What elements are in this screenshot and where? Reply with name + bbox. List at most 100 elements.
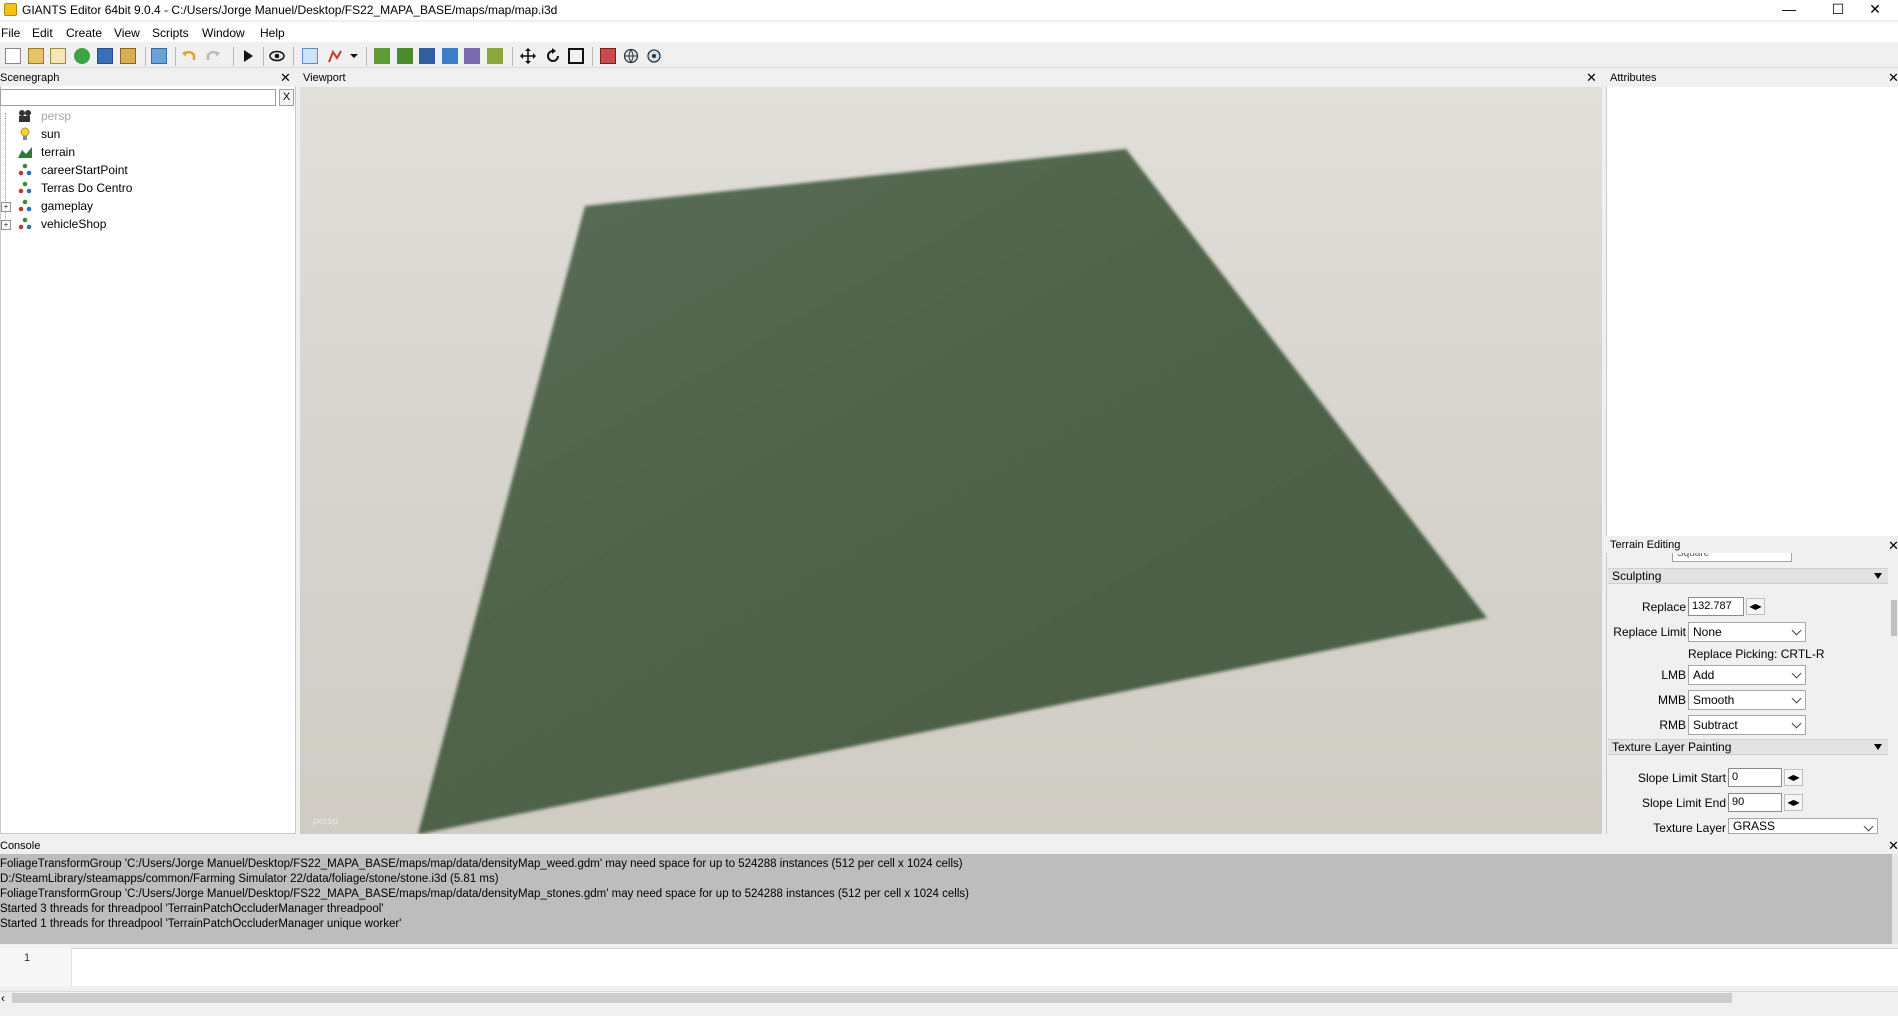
tree-item-terras-do-centro[interactable]: Terras Do Centro (0, 179, 290, 197)
chevron-down-icon (1791, 718, 1802, 729)
slope-limit-start-spinner[interactable]: ◀▶ (1784, 769, 1803, 786)
tree-item-label: vehicleShop (41, 217, 107, 231)
tree-item-sun[interactable]: sun (0, 125, 290, 143)
menu-window[interactable]: Window (202, 26, 245, 40)
menu-view[interactable]: View (114, 26, 140, 40)
paint-foliage-icon[interactable] (397, 48, 413, 64)
paint-texture-icon[interactable] (442, 48, 458, 64)
slope-limit-end-spinner[interactable]: ◀▶ (1784, 794, 1803, 811)
dropdown-arrow-icon[interactable] (349, 48, 359, 64)
texture-layer-select[interactable]: GRASS (1728, 818, 1878, 834)
tree-item-gameplay[interactable]: + gameplay (0, 197, 290, 215)
transform-group-icon (18, 217, 32, 231)
open-folder-icon[interactable] (28, 48, 44, 64)
mmb-action-value: Smooth (1693, 693, 1735, 707)
undo-icon[interactable] (181, 48, 197, 64)
chevron-down-icon (1791, 668, 1802, 679)
slope-limit-start-input[interactable]: 0 (1728, 768, 1782, 787)
reload-icon[interactable] (74, 48, 90, 64)
toolbar-separator (263, 47, 264, 66)
attributes-header: Attributes ✕ (1606, 70, 1898, 86)
expand-icon[interactable]: + (1, 202, 11, 212)
tree-item-terrain[interactable]: terrain (0, 143, 290, 161)
console-close-button[interactable]: ✕ (1888, 838, 1898, 853)
replace-limit-label: Replace Limit (1613, 625, 1686, 639)
console-title: Console (0, 840, 41, 852)
menu-edit[interactable]: Edit (32, 26, 53, 40)
replace-height-input[interactable]: 132.787 (1688, 597, 1744, 616)
viewport-close-button[interactable]: ✕ (1586, 70, 1597, 85)
scenegraph-title: Scenegraph (0, 72, 60, 84)
scroll-left-icon[interactable]: ‹ (1, 991, 5, 1005)
texture-layer-painting-section-header[interactable]: Texture Layer Painting (1608, 739, 1888, 755)
attributes-close-button[interactable]: ✕ (1888, 70, 1898, 85)
toolbar-separator (512, 47, 513, 66)
terrain-editing-scroll-thumb[interactable] (1891, 600, 1897, 636)
toolbar-separator (233, 47, 234, 66)
collapse-arrow-icon (1874, 744, 1882, 750)
rotate-icon[interactable] (545, 48, 561, 64)
console-log-scrollbar[interactable] (1892, 854, 1898, 944)
select-mode-icon[interactable] (302, 48, 318, 64)
world-icon[interactable] (623, 48, 639, 64)
menu-help[interactable]: Help (260, 26, 285, 40)
terrain-plane (300, 149, 1487, 834)
scenegraph-filter-clear-button[interactable]: X (279, 89, 294, 106)
eye-icon[interactable] (269, 48, 285, 64)
3d-viewport[interactable] (300, 87, 1602, 834)
slope-limit-end-input[interactable]: 90 (1728, 793, 1782, 812)
sculpting-section-header[interactable]: Sculpting (1608, 568, 1888, 584)
redo-icon[interactable] (205, 48, 221, 64)
console-line-number: 1 (24, 952, 31, 964)
brush-shape-combo-cutoff[interactable]: Square (1672, 553, 1792, 562)
menu-file[interactable]: File (1, 26, 20, 40)
import-icon[interactable] (151, 48, 167, 64)
window-title: GIANTS Editor 64bit 9.0.4 - C:/Users/Jor… (22, 3, 558, 17)
terrain-editing-close-button[interactable]: ✕ (1888, 538, 1898, 553)
console-horizontal-scroll-thumb[interactable] (12, 993, 1732, 1003)
menu-create[interactable]: Create (66, 26, 102, 40)
terrain-editing-scrollbar[interactable] (1890, 552, 1898, 834)
play-icon[interactable] (240, 48, 256, 64)
tree-item-career-start-point[interactable]: careerStartPoint (0, 161, 290, 179)
console-script-input[interactable] (0, 948, 1898, 986)
tree-item-label: sun (41, 127, 61, 141)
scale-icon[interactable] (568, 48, 584, 64)
replace-picking-hint: Replace Picking: CRTL-R (1688, 647, 1825, 661)
menu-scripts[interactable]: Scripts (152, 26, 189, 40)
minimize-button[interactable]: — (1766, 0, 1812, 20)
attributes-panel (1606, 87, 1898, 536)
scenegraph-filter-input[interactable] (0, 89, 276, 106)
tree-item-persp[interactable]: persp (0, 107, 290, 125)
place-objects-icon[interactable] (487, 48, 503, 64)
tree-item-label: Terras Do Centro (41, 181, 133, 195)
scenegraph-close-button[interactable]: ✕ (280, 70, 291, 85)
tree-item-vehicle-shop[interactable]: + vehicleShop (0, 215, 290, 233)
save-icon[interactable] (97, 48, 113, 64)
chevron-down-icon (1863, 821, 1874, 832)
paint-info-layer-icon[interactable] (419, 48, 435, 64)
expand-icon[interactable]: + (1, 220, 11, 230)
replace-spinner[interactable]: ◀▶ (1746, 598, 1765, 615)
new-file-icon[interactable] (5, 48, 21, 64)
console-header: Console ✕ (0, 838, 1898, 854)
attributes-title: Attributes (1610, 72, 1657, 84)
console-log-line: D:/SteamLibrary/steamapps/common/Farming… (0, 873, 499, 885)
chevron-down-icon (1791, 625, 1802, 636)
close-window-button[interactable]: ✕ (1852, 0, 1898, 20)
rmb-action-select[interactable]: Subtract (1688, 715, 1806, 735)
tree-item-label: persp (41, 109, 72, 123)
move-icon[interactable] (520, 48, 536, 64)
export-icon[interactable] (120, 48, 136, 64)
texture-layer-label: Texture Layer (1653, 821, 1726, 835)
paint-terrain-icon[interactable] (374, 48, 390, 64)
lmb-action-select[interactable]: Add (1688, 665, 1806, 685)
open-recent-icon[interactable] (50, 48, 66, 64)
terrain-editing-title: Terrain Editing (1610, 539, 1681, 551)
paint-color-icon[interactable] (464, 48, 480, 64)
terrain-sculpt-icon[interactable] (327, 48, 343, 64)
render-settings-icon[interactable] (600, 48, 616, 64)
replace-limit-select[interactable]: None (1688, 622, 1806, 642)
snap-settings-icon[interactable] (646, 48, 662, 64)
mmb-action-select[interactable]: Smooth (1688, 690, 1806, 710)
